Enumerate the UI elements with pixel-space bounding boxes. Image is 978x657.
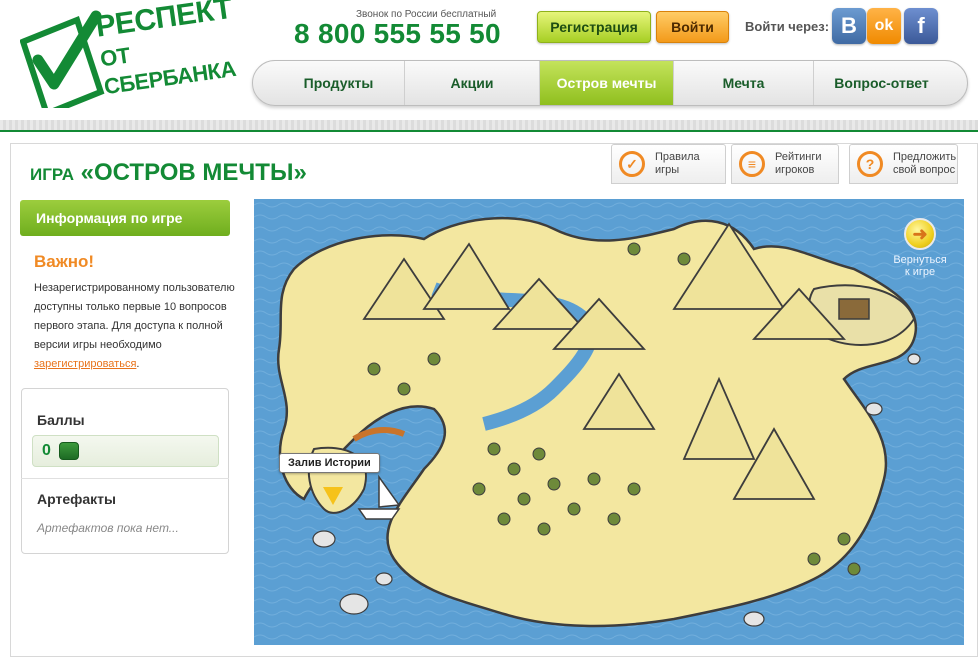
back-to-game-button[interactable]: ➜ Вернуться к игре <box>890 218 950 278</box>
island-illustration <box>254 199 964 645</box>
page-title-main: «ОСТРОВ МЕЧТЫ» <box>80 159 307 186</box>
back-to-game-label: Вернуться к игре <box>893 254 947 278</box>
tab-suggest-question[interactable]: ? Предложить свой вопрос <box>849 144 958 184</box>
artifacts-title: Артефакты <box>37 491 116 507</box>
nav-item-dream-island[interactable]: Остров мечты <box>540 61 674 105</box>
nav-item-products[interactable]: Продукты <box>273 61 405 105</box>
score-value: 0 <box>42 442 51 459</box>
phone-number[interactable]: 8 800 555 55 50 <box>294 18 501 50</box>
score-field: 0 <box>32 435 219 467</box>
register-link[interactable]: зарегистрироваться <box>34 358 136 370</box>
login-via-label: Войти через: <box>745 19 830 34</box>
login-button[interactable]: Войти <box>656 11 729 43</box>
coin-stack-icon <box>58 442 79 460</box>
odnoklassniki-icon[interactable]: ok <box>867 8 901 44</box>
nav-item-dream[interactable]: Мечта <box>674 61 814 105</box>
info-text: Незарегистрированному пользователю досту… <box>34 279 244 374</box>
vk-icon[interactable]: В <box>832 8 866 44</box>
main-nav: Продукты Акции Остров мечты Мечта Вопрос… <box>252 60 968 106</box>
logo-wordmark: РЕСПЕКТ ОТ СБЕРБАНКА <box>94 0 238 101</box>
score-divider <box>21 478 229 479</box>
site-header: РЕСПЕКТ ОТ СБЕРБАНКА Звонок по России бе… <box>0 0 978 124</box>
tab-suggest-label: Предложить свой вопрос <box>893 151 957 176</box>
important-heading: Важно! <box>34 252 95 271</box>
question-icon: ? <box>857 151 883 177</box>
info-text-body: Незарегистрированному пользователю досту… <box>34 282 235 351</box>
tab-ratings[interactable]: ≡ Рейтинги игроков <box>731 144 839 184</box>
location-label-bay[interactable]: Залив Истории <box>279 453 380 473</box>
island-map[interactable] <box>254 199 964 645</box>
page-title: ИГРА «ОСТРОВ МЕЧТЫ» <box>30 159 307 187</box>
tab-rules[interactable]: ✓ Правила игры <box>611 144 726 184</box>
tab-ratings-label: Рейтинги игроков <box>775 151 822 176</box>
player-marker-icon <box>323 487 343 505</box>
nav-item-promotions[interactable]: Акции <box>405 61 540 105</box>
register-button[interactable]: Регистрация <box>537 11 651 43</box>
check-icon: ✓ <box>619 151 645 177</box>
facebook-icon[interactable]: f <box>904 8 938 44</box>
arrow-right-icon: ➜ <box>904 218 936 250</box>
artifacts-empty: Артефактов пока нет... <box>37 521 179 535</box>
nav-item-faq[interactable]: Вопрос-ответ <box>814 61 949 105</box>
page-title-prefix: ИГРА <box>30 165 74 184</box>
score-title: Баллы <box>37 412 85 428</box>
info-text-end: . <box>136 358 140 370</box>
tab-rules-label: Правила игры <box>655 151 700 176</box>
list-icon: ≡ <box>739 151 765 177</box>
header-divider <box>0 120 978 132</box>
game-info-button[interactable]: Информация по игре <box>20 200 230 236</box>
